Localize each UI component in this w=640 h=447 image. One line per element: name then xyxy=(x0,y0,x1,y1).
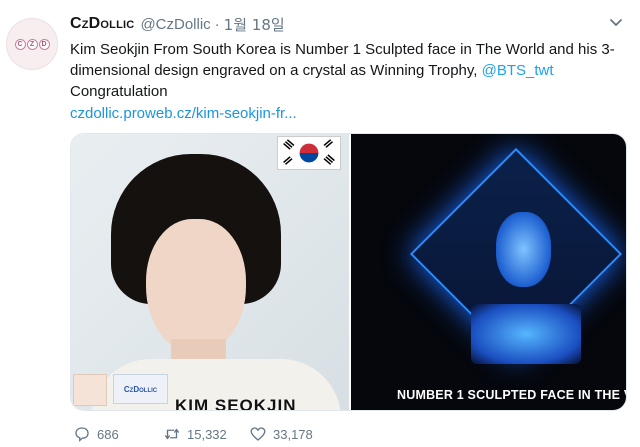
czdollic-logo: CzDollic xyxy=(113,374,168,404)
crystal-base-glow xyxy=(471,304,581,364)
separator-dot: · xyxy=(214,15,220,33)
external-link[interactable]: czdollic.proweb.cz/kim-seokjin-fr... xyxy=(70,103,630,124)
reply-count: 686 xyxy=(97,426,119,442)
chevron-down-icon[interactable] xyxy=(608,16,624,30)
reply-icon xyxy=(75,427,89,442)
media-image-portrait[interactable]: CzDollic KIM SEOKJIN xyxy=(71,134,349,410)
crystal-engraved-face xyxy=(496,212,551,287)
like-button[interactable]: 33,178 xyxy=(249,425,313,443)
avatar-logo-z: Z xyxy=(26,38,38,50)
reply-button[interactable]: 686 xyxy=(73,425,163,443)
retweet-icon xyxy=(164,428,180,440)
right-image-caption: NUMBER 1 SCULPTED FACE IN THE V xyxy=(397,388,626,402)
portrait-face xyxy=(146,219,246,354)
tweet-actions: 686 15,332 33,178 xyxy=(73,425,313,443)
korea-flag-icon xyxy=(277,136,341,170)
like-count: 33,178 xyxy=(273,426,313,442)
tweet-text: Kim Seokjin From South Korea is Number 1… xyxy=(70,39,630,124)
retweet-button[interactable]: 15,332 xyxy=(163,425,249,443)
user-handle[interactable]: @CzDollic xyxy=(140,16,210,33)
media-grid: CzDollic KIM SEOKJIN NUMBER 1 SCULPTED F… xyxy=(70,133,627,411)
avatar-logo-c: C xyxy=(14,38,26,50)
tweet-body-line2: Congratulation xyxy=(70,83,168,100)
media-image-crystal[interactable]: NUMBER 1 SCULPTED FACE IN THE V xyxy=(351,134,626,410)
mention-link[interactable]: @BTS_twt xyxy=(482,62,554,79)
tweet-date[interactable]: 1월 18일 xyxy=(224,14,285,35)
avatar-logo-d: D xyxy=(38,38,50,50)
retweet-count: 15,332 xyxy=(187,426,227,442)
avatar[interactable]: C Z D xyxy=(6,18,58,70)
left-image-caption: KIM SEOKJIN xyxy=(175,396,297,410)
avatar-logo: C Z D xyxy=(14,38,50,50)
heart-icon xyxy=(250,427,266,441)
thumbnail-peek xyxy=(73,374,107,406)
display-name[interactable]: CzDollic xyxy=(70,15,134,33)
tweet-header: CzDollic @CzDollic · 1월 18일 xyxy=(70,13,285,35)
